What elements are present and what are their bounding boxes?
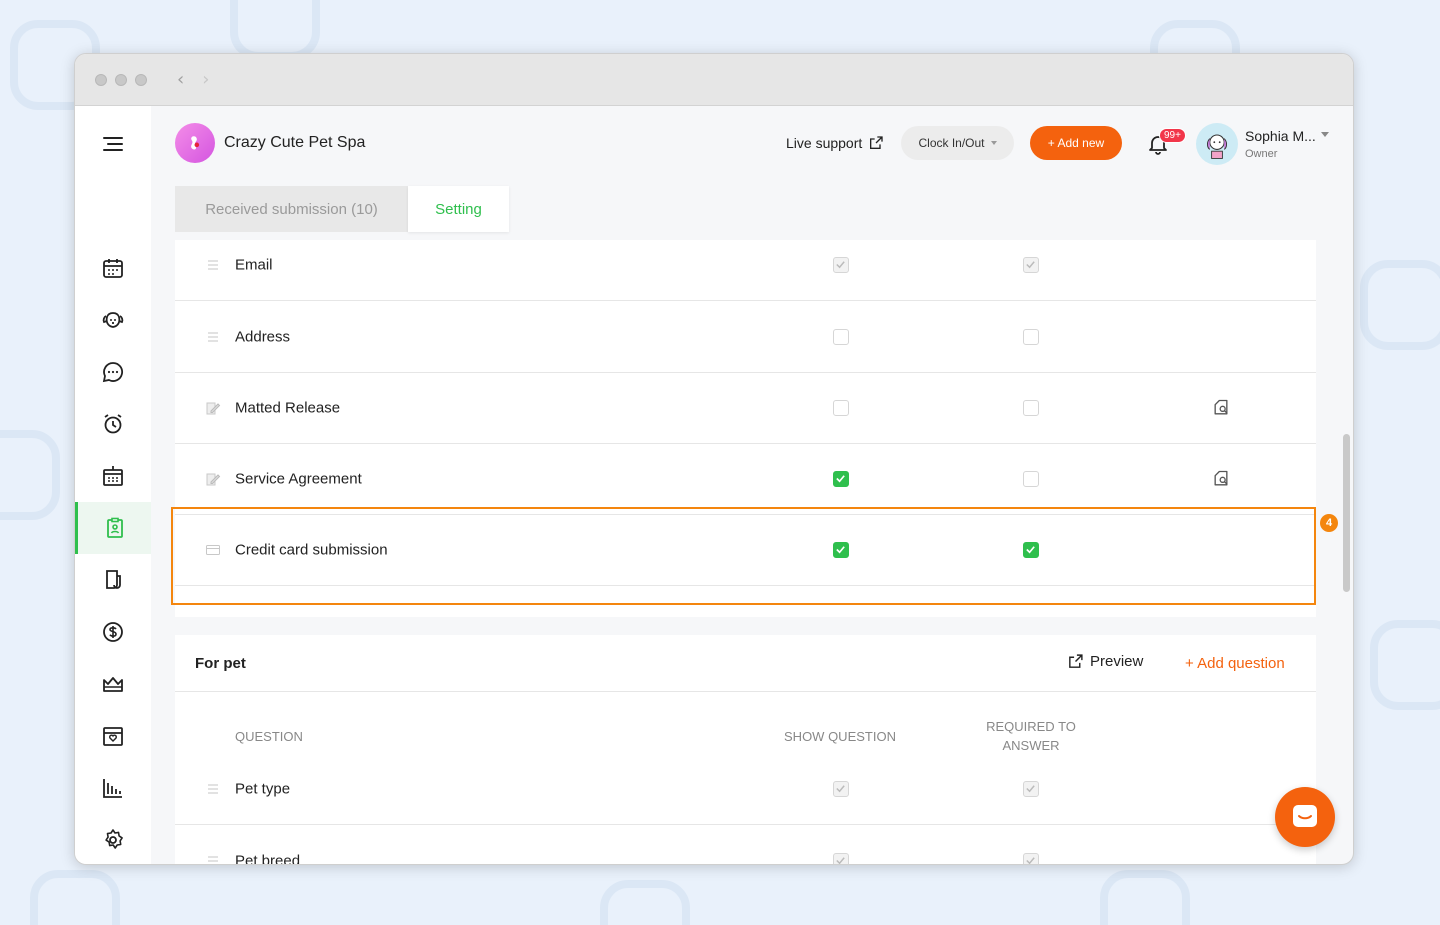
- add-new-button[interactable]: + Add new: [1030, 126, 1122, 160]
- agreement-doc-icon[interactable]: [75, 554, 151, 606]
- pet-face-icon[interactable]: [75, 294, 151, 346]
- clock-in-out-button[interactable]: Clock In/Out: [901, 126, 1014, 160]
- live-support-link[interactable]: Live support: [786, 135, 884, 151]
- column-header-show: SHOW QUESTION: [784, 729, 896, 744]
- chevron-down-icon: [990, 141, 997, 145]
- schedule-icon[interactable]: [75, 450, 151, 502]
- show-question-checkbox[interactable]: [833, 400, 849, 416]
- notification-badge: 99+: [1159, 128, 1186, 143]
- show-question-checkbox[interactable]: [833, 329, 849, 345]
- show-question-checkbox: [833, 781, 849, 797]
- required-checkbox[interactable]: [1023, 329, 1039, 345]
- tutorial-highlight-box: [171, 507, 1316, 605]
- show-question-checkbox: [833, 257, 849, 273]
- show-question-checkbox[interactable]: [833, 471, 849, 487]
- brand-logo-icon: [175, 123, 215, 163]
- preview-link[interactable]: Preview: [1067, 653, 1143, 670]
- drag-handle-icon[interactable]: [205, 329, 221, 345]
- chat-support-button[interactable]: [1275, 787, 1335, 847]
- section-title: For pet: [195, 655, 246, 672]
- question-row-service-agreement: Service Agreement: [175, 444, 1316, 515]
- preview-document-icon[interactable]: [1211, 398, 1231, 418]
- question-label: Pet breed: [235, 852, 301, 865]
- preview-label: Preview: [1090, 653, 1144, 670]
- menu-icon[interactable]: [75, 118, 151, 170]
- browser-window: ‹ › Crazy Cute Pet Spa Live support Cloc…: [74, 53, 1354, 865]
- window-close-dot[interactable]: [95, 73, 107, 86]
- question-label: Matted Release: [235, 399, 341, 417]
- live-support-label: Live support: [786, 135, 863, 151]
- required-checkbox: [1023, 852, 1039, 864]
- agreement-icon: [206, 473, 221, 486]
- drag-handle-icon[interactable]: [205, 853, 221, 866]
- calendar-icon[interactable]: [75, 242, 151, 294]
- scrollbar[interactable]: [1343, 434, 1350, 592]
- preview-document-icon[interactable]: [1211, 469, 1231, 489]
- avatar[interactable]: [1196, 123, 1238, 165]
- forward-arrow-icon[interactable]: ›: [202, 69, 209, 90]
- question-label: Pet type: [235, 780, 291, 798]
- question-row-matted-release: Matted Release: [175, 373, 1316, 444]
- tab-bar: Received submission (10) Setting: [175, 186, 509, 232]
- tab-received-submission[interactable]: Received submission (10): [175, 186, 408, 232]
- step-marker: 4: [1320, 514, 1338, 532]
- user-role: Owner: [1245, 148, 1278, 160]
- column-header-required: REQUIRED TO ANSWER: [986, 719, 1076, 753]
- question-label: Email: [235, 256, 273, 274]
- crown-icon[interactable]: [75, 658, 151, 710]
- column-header-question: QUESTION: [235, 729, 303, 744]
- window-zoom-dot[interactable]: [135, 73, 147, 86]
- alarm-icon[interactable]: [75, 398, 151, 450]
- pet-questions-card: For pet Preview + Add question QUESTION …: [175, 635, 1316, 866]
- required-checkbox: [1023, 781, 1039, 797]
- window-titlebar: ‹ ›: [75, 54, 1353, 106]
- top-header: Crazy Cute Pet Spa Live support Clock In…: [151, 106, 1353, 180]
- question-row-pet-type: Pet type: [175, 754, 1316, 825]
- chat-bubble-icon: [1293, 805, 1317, 827]
- settings-icon[interactable]: [75, 814, 151, 864]
- booking-icon[interactable]: [75, 710, 151, 762]
- question-row-email: Email: [175, 230, 1316, 301]
- tab-setting[interactable]: Setting: [408, 186, 509, 232]
- clock-label: Clock In/Out: [918, 136, 985, 150]
- window-minimize-dot[interactable]: [115, 73, 127, 86]
- required-checkbox[interactable]: [1023, 400, 1039, 416]
- pet-section-header: For pet Preview + Add question: [175, 635, 1316, 692]
- drag-handle-icon[interactable]: [205, 257, 221, 273]
- report-icon[interactable]: [75, 762, 151, 814]
- external-link-icon: [870, 136, 883, 149]
- question-label: Service Agreement: [235, 470, 362, 488]
- required-checkbox[interactable]: [1023, 471, 1039, 487]
- sidebar: [75, 106, 151, 864]
- required-checkbox: [1023, 257, 1039, 273]
- drag-handle-icon[interactable]: [205, 781, 221, 797]
- add-question-link[interactable]: + Add question: [1185, 655, 1285, 672]
- user-menu-chevron-icon[interactable]: [1321, 132, 1329, 137]
- show-question-checkbox: [833, 852, 849, 864]
- question-label: Address: [235, 328, 291, 346]
- external-link-icon: [1069, 654, 1083, 668]
- question-row-address: Address: [175, 302, 1316, 373]
- back-arrow-icon[interactable]: ‹: [177, 69, 184, 90]
- intake-form-icon[interactable]: [75, 502, 151, 554]
- chat-icon[interactable]: [75, 346, 151, 398]
- dollar-icon[interactable]: [75, 606, 151, 658]
- agreement-icon: [206, 402, 221, 415]
- user-name[interactable]: Sophia M...: [1245, 128, 1316, 144]
- question-row-pet-breed: Pet breed: [175, 825, 1316, 866]
- brand-name: Crazy Cute Pet Spa: [224, 134, 366, 151]
